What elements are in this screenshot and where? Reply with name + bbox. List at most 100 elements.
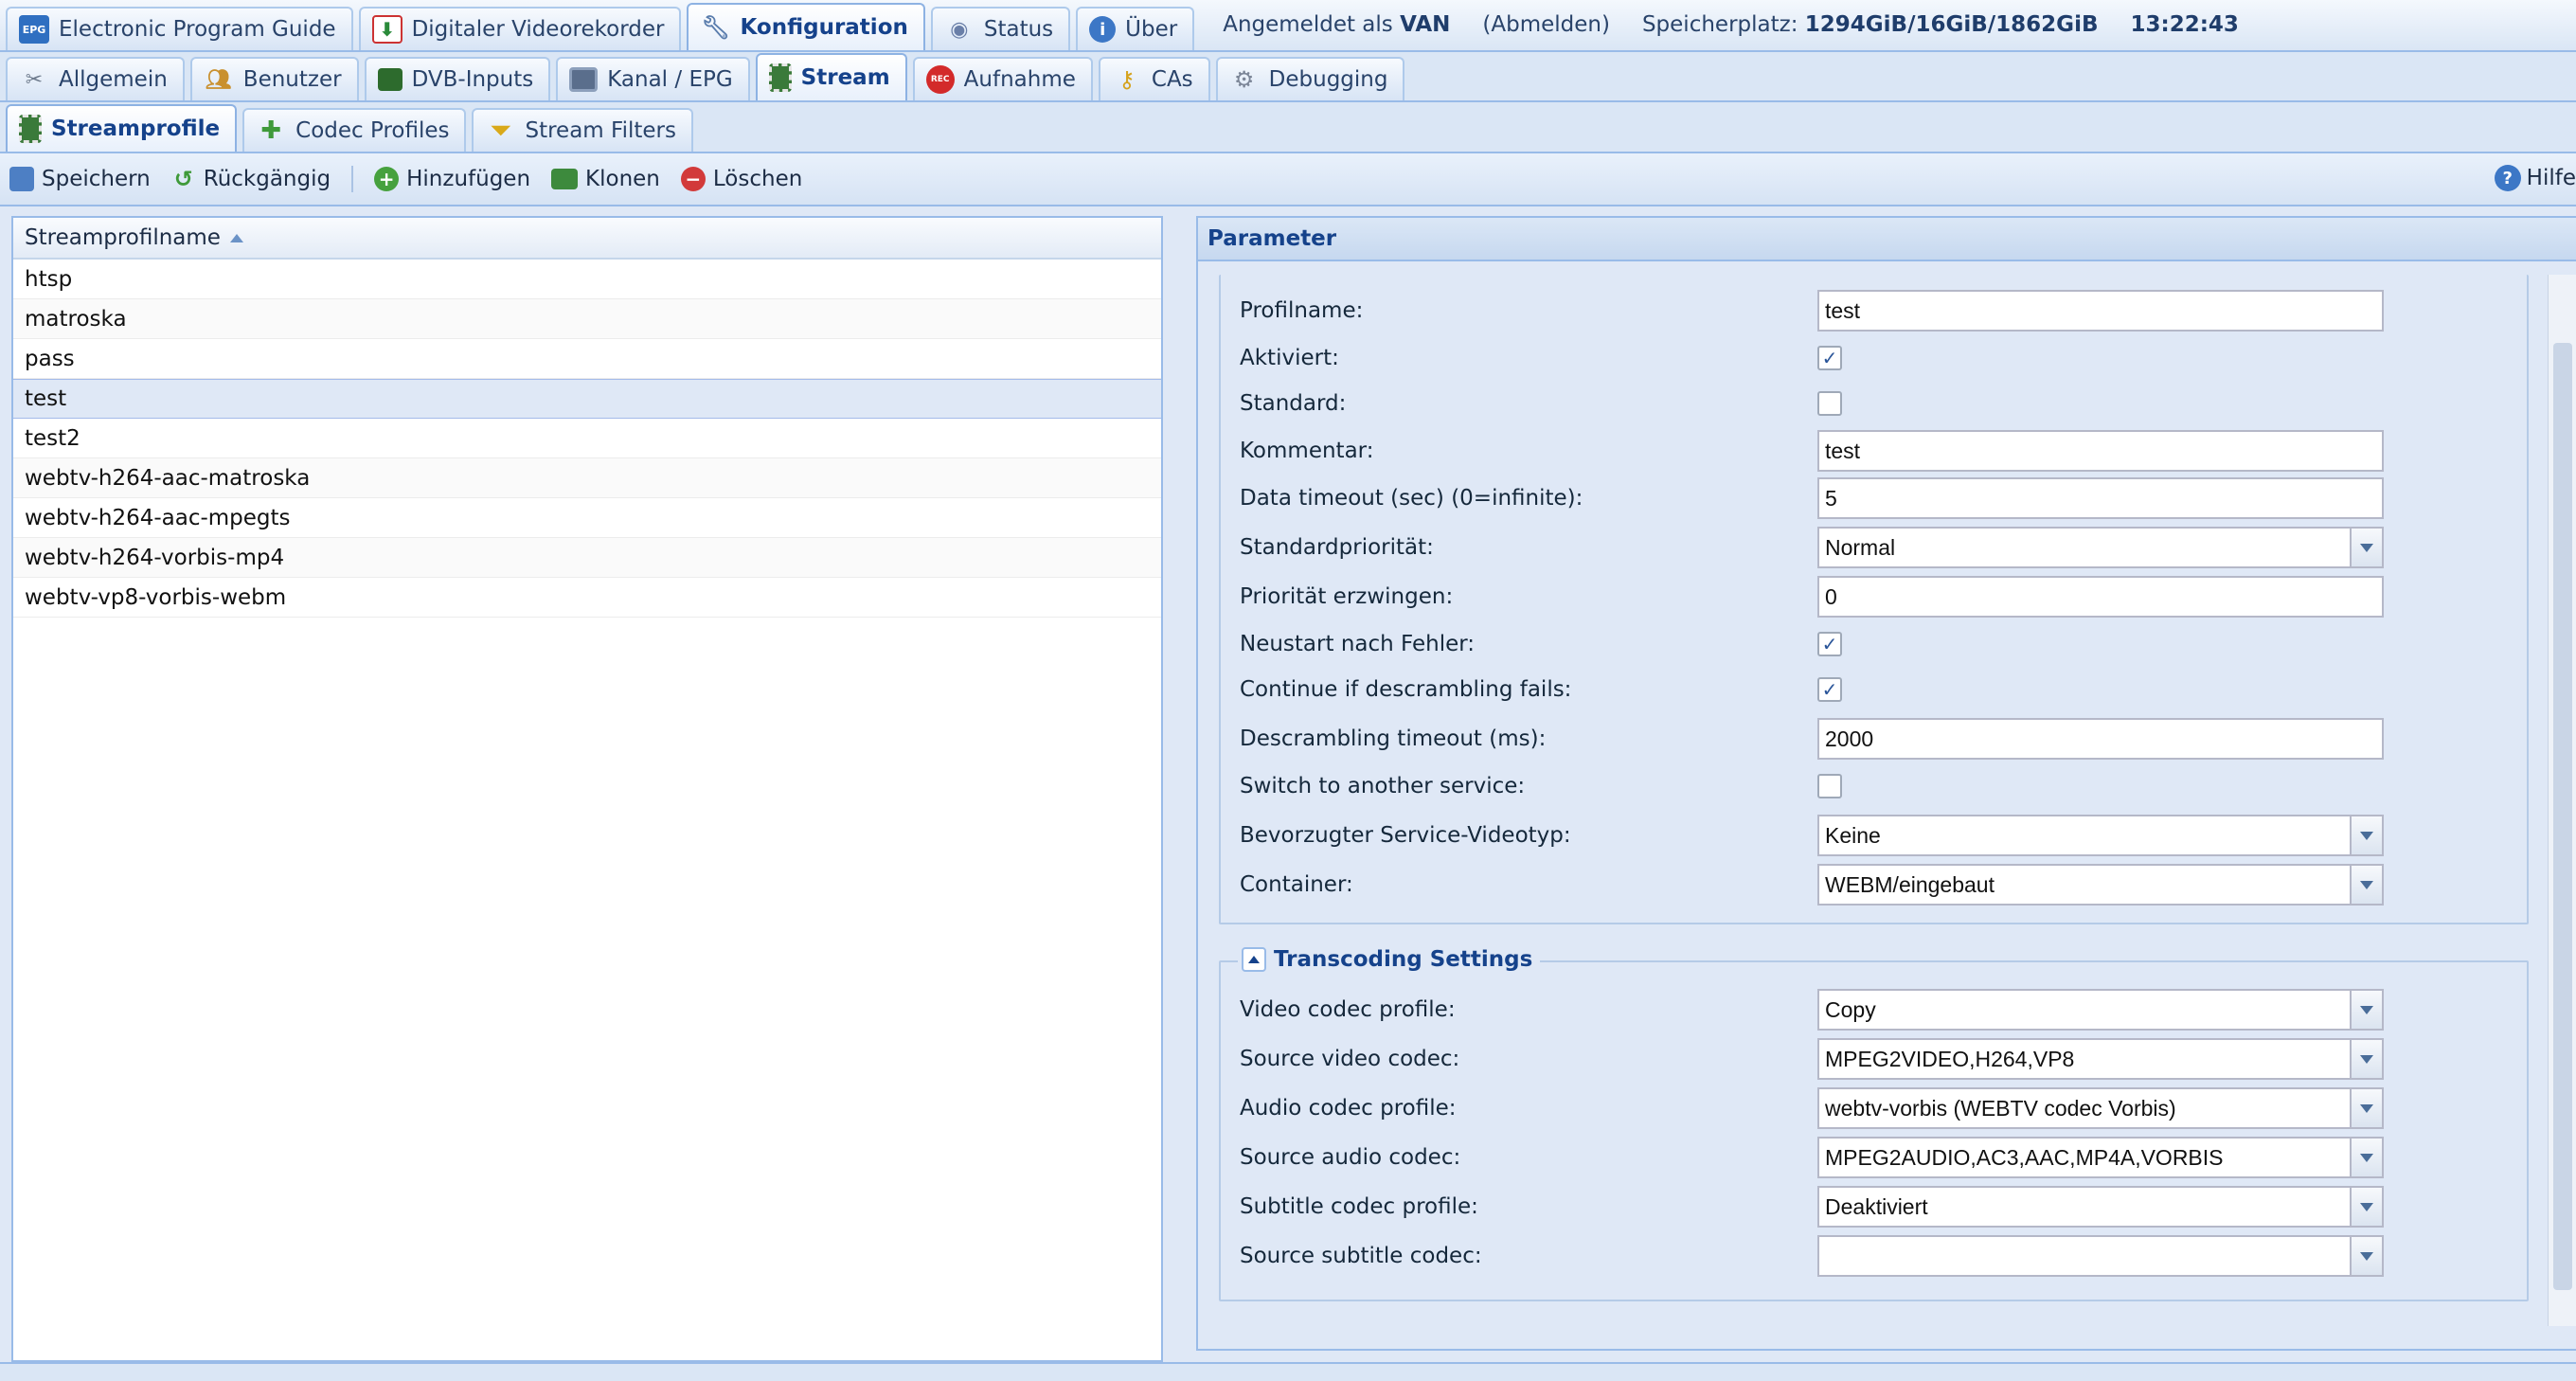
profile-name: matroska: [25, 306, 127, 332]
tab-label: Electronic Program Guide: [59, 17, 336, 42]
chevron-down-icon[interactable]: [2350, 1235, 2384, 1277]
tab-dvr[interactable]: ⬇ Digitaler Videorekorder: [358, 7, 682, 50]
form-row-source-video-codec: Source video codec: MPEG2VIDEO,H264,VP8: [1240, 1038, 2527, 1080]
field-label: Source audio codec:: [1240, 1145, 1461, 1170]
tab-stream[interactable]: Stream: [755, 53, 907, 100]
table-row[interactable]: webtv-h264-vorbis-mp4: [13, 538, 1161, 578]
scrollbar-thumb[interactable]: [2553, 343, 2572, 1290]
chevron-down-icon[interactable]: [2350, 815, 2384, 856]
table-row[interactable]: webtv-h264-aac-mpegts: [13, 498, 1161, 538]
standard-checkbox[interactable]: [1817, 391, 1842, 416]
container-select[interactable]: WEBM/eingebaut: [1817, 864, 2384, 906]
field-value: test: [1825, 438, 1861, 463]
subtitle-codec-profile-select[interactable]: Deaktiviert: [1817, 1186, 2384, 1228]
descrambling-timeout-ms-field[interactable]: 2000: [1817, 718, 2384, 760]
source-audio-codec-select[interactable]: MPEG2AUDIO,AC3,AAC,MP4A,VORBIS: [1817, 1137, 2384, 1178]
tab-stream-profiles[interactable]: Streamprofile: [6, 104, 238, 152]
data-timeout-sec-0-infinite-field[interactable]: 5: [1817, 477, 2384, 519]
standardpriorität-select[interactable]: Normal: [1817, 527, 2384, 568]
stream-tabbar: Streamprofile ✚ Codec Profiles ⏷ Stream …: [0, 102, 2576, 153]
source-video-codec-select[interactable]: MPEG2VIDEO,H264,VP8: [1817, 1038, 2384, 1080]
add-icon: +: [374, 167, 400, 191]
tab-general[interactable]: ✂ Allgemein: [6, 57, 185, 100]
tab-channel-epg[interactable]: Kanal / EPG: [556, 57, 750, 100]
chevron-down-icon[interactable]: [2350, 1038, 2384, 1080]
clock: 13:22:43: [2130, 11, 2239, 37]
info-icon: i: [1089, 16, 1117, 43]
video-codec-profile-select[interactable]: Copy: [1817, 989, 2384, 1031]
table-row[interactable]: test: [13, 379, 1161, 419]
epg-icon: EPG: [19, 15, 49, 44]
logged-in-label: Angemeldet als VAN: [1223, 11, 1451, 37]
status-strip: [0, 1362, 2576, 1381]
source-subtitle-codec-select[interactable]: [1817, 1235, 2384, 1277]
delete-button[interactable]: − Löschen: [680, 167, 802, 191]
storage-value: 1294GiB/16GiB/1862GiB: [1804, 11, 2099, 37]
neustart-nach-fehler-checkbox[interactable]: ✓: [1817, 632, 1842, 656]
priorität-erzwingen-field[interactable]: 0: [1817, 576, 2384, 618]
chevron-down-icon[interactable]: [2350, 1137, 2384, 1178]
help-button[interactable]: ? Hilfe: [2494, 165, 2576, 191]
tab-dvb-inputs[interactable]: DVB-Inputs: [364, 57, 551, 100]
profile-name: test2: [25, 425, 80, 451]
continue-if-descrambling-fails-checkbox[interactable]: ✓: [1817, 677, 1842, 702]
undo-icon: ↺: [173, 166, 193, 192]
panel-scrollbar[interactable]: [2548, 275, 2576, 1326]
logout-link[interactable]: (Abmelden): [1482, 12, 1610, 37]
chevron-down-icon[interactable]: [2350, 527, 2384, 568]
tab-status[interactable]: ◉ Status: [930, 7, 1071, 50]
field-label: Audio codec profile:: [1240, 1096, 1457, 1121]
chevron-down-icon[interactable]: [2350, 989, 2384, 1031]
form-row-switch-to-another-service: Switch to another service:: [1240, 765, 2527, 807]
chevron-down-icon[interactable]: [2350, 864, 2384, 906]
table-row[interactable]: test2: [13, 419, 1161, 458]
chevron-down-icon[interactable]: [2350, 1087, 2384, 1129]
bevorzugter-service-videotyp-select[interactable]: Keine: [1817, 815, 2384, 856]
table-row[interactable]: webtv-h264-aac-matroska: [13, 458, 1161, 498]
tab-configuration[interactable]: 🔧︎ Konfiguration: [687, 3, 925, 50]
field-value: 5: [1825, 485, 1837, 511]
add-button[interactable]: + Hinzufügen: [374, 167, 530, 191]
field-value: 0: [1825, 583, 1837, 609]
save-button[interactable]: Speichern: [9, 167, 151, 191]
tab-cas[interactable]: ⚷ CAs: [1098, 57, 1210, 100]
delete-icon: −: [680, 167, 706, 191]
tab-users[interactable]: 👥︎ Benutzer: [189, 57, 359, 100]
table-row[interactable]: pass: [13, 339, 1161, 379]
tab-codec-profiles[interactable]: ✚ Codec Profiles: [242, 108, 467, 152]
tab-debugging[interactable]: ⚙ Debugging: [1215, 57, 1405, 100]
table-row[interactable]: matroska: [13, 299, 1161, 339]
profilname-field[interactable]: test: [1817, 290, 2384, 332]
clone-button[interactable]: Klonen: [551, 167, 660, 191]
card-icon: [377, 68, 402, 91]
field-label: Neustart nach Fehler:: [1240, 632, 1476, 656]
undo-button[interactable]: ↺ Rückgängig: [171, 165, 331, 193]
table-row[interactable]: webtv-vp8-vorbis-webm: [13, 578, 1161, 618]
parameter-panel: Parameter Profilname: test Aktiviert: ✓ Stan…: [1196, 216, 2576, 1351]
tab-about[interactable]: i Über: [1076, 7, 1195, 50]
gears-icon: ⚙: [1233, 66, 1255, 93]
toolbar-separator: [351, 166, 354, 192]
kommentar-field[interactable]: test: [1817, 430, 2384, 472]
collapse-toggle-icon[interactable]: [1242, 947, 1266, 972]
tab-label: Codec Profiles: [295, 118, 450, 143]
tab-epg[interactable]: EPG Electronic Program Guide: [6, 7, 353, 50]
aktiviert-checkbox[interactable]: ✓: [1817, 346, 1842, 370]
tab-label: Streamprofile: [51, 117, 221, 141]
tab-stream-filters[interactable]: ⏷ Stream Filters: [472, 108, 693, 152]
profile-name: webtv-vp8-vorbis-webm: [25, 584, 287, 610]
audio-codec-profile-select[interactable]: webtv-vorbis (WEBTV codec Vorbis): [1817, 1087, 2384, 1129]
tools-icon: ✂: [25, 67, 44, 92]
main-tabbar: EPG Electronic Program Guide ⬇ Digitaler…: [0, 0, 2576, 52]
tab-recording[interactable]: REC Aufnahme: [912, 57, 1093, 100]
field-value: Copy: [1825, 996, 1876, 1022]
field-label: Continue if descrambling fails:: [1240, 677, 1572, 702]
table-row[interactable]: htsp: [13, 260, 1161, 299]
chevron-down-icon[interactable]: [2350, 1186, 2384, 1228]
form-row-video-codec-profile: Video codec profile: Copy: [1240, 989, 2527, 1031]
form-row-subtitle-codec-profile: Subtitle codec profile: Deaktiviert: [1240, 1186, 2527, 1228]
form-row-kommentar: Kommentar: test: [1240, 430, 2527, 472]
column-header-profile-name[interactable]: Streamprofilname: [13, 218, 1161, 260]
download-icon: ⬇: [371, 15, 402, 44]
switch-to-another-service-checkbox[interactable]: [1817, 774, 1842, 798]
